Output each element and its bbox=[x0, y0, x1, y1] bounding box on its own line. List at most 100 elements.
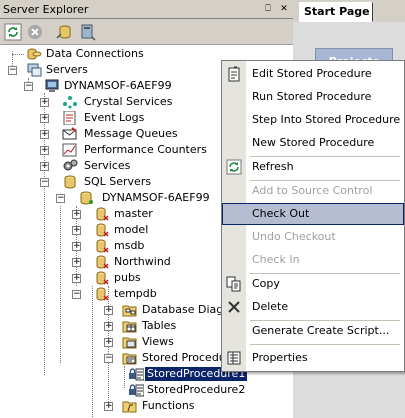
menu-item-generate-create-script[interactable]: Generate Create Script... bbox=[222, 320, 404, 342]
views-folder-icon bbox=[122, 335, 138, 349]
menu-item-delete[interactable]: Delete bbox=[222, 296, 404, 318]
expand-toggle[interactable]: + bbox=[40, 130, 49, 139]
tree-label: master bbox=[114, 207, 153, 220]
crystal-services-icon bbox=[62, 95, 78, 109]
edit-document-icon bbox=[226, 66, 242, 82]
close-icon[interactable]: ✕ bbox=[278, 3, 290, 15]
lock-icon bbox=[128, 383, 145, 397]
database-server-icon bbox=[78, 191, 94, 205]
menu-item-label: Copy bbox=[252, 277, 280, 290]
pin-icon[interactable]: ⎕ bbox=[262, 3, 274, 15]
expand-toggle[interactable]: + bbox=[72, 274, 81, 283]
expand-toggle[interactable]: + bbox=[104, 402, 113, 411]
database-icon bbox=[94, 223, 110, 237]
expand-toggle[interactable]: + bbox=[104, 322, 113, 331]
database-icon bbox=[94, 255, 110, 269]
connect-to-server-icon[interactable] bbox=[78, 23, 96, 41]
expand-toggle[interactable]: + bbox=[104, 338, 113, 347]
menu-item-label: Undo Checkout bbox=[252, 230, 336, 243]
gear-icon bbox=[62, 159, 78, 173]
panel-title: Server Explorer bbox=[3, 3, 89, 16]
tree-label: Northwind bbox=[114, 255, 171, 268]
collapse-toggle[interactable]: − bbox=[24, 82, 33, 91]
menu-item-step-into-stored-procedure[interactable]: Step Into Stored Procedure bbox=[222, 109, 404, 131]
menu-item-label: Generate Create Script... bbox=[252, 324, 390, 337]
expand-toggle[interactable]: + bbox=[104, 306, 113, 315]
collapse-toggle[interactable]: − bbox=[40, 178, 49, 187]
delete-icon bbox=[226, 299, 242, 315]
menu-item-label: Step Into Stored Procedure bbox=[252, 113, 401, 126]
database-icon bbox=[94, 207, 110, 221]
chart-icon bbox=[62, 143, 78, 157]
menu-item-check-out[interactable]: Check Out bbox=[222, 203, 404, 225]
menu-item-add-to-source-control[interactable]: Add to Source Control bbox=[222, 180, 404, 202]
menu-item-label: Check In bbox=[252, 253, 300, 266]
document-tab-strip: Start Page bbox=[293, 0, 405, 22]
tree-label: model bbox=[114, 223, 149, 236]
functions-folder-icon bbox=[122, 399, 138, 413]
menu-item-run-stored-procedure[interactable]: Run Stored Procedure bbox=[222, 86, 404, 108]
menu-item-copy[interactable]: Copy bbox=[222, 273, 404, 295]
copy-icon bbox=[226, 276, 242, 292]
tree-label: Crystal Services bbox=[84, 95, 173, 108]
tree-label: Services bbox=[84, 159, 131, 172]
menu-item-label: Add to Source Control bbox=[252, 184, 373, 197]
tables-folder-icon bbox=[122, 319, 138, 333]
expand-toggle[interactable]: + bbox=[72, 226, 81, 235]
tree-label: DYNAMSOF-6AEF99 bbox=[64, 79, 172, 92]
menu-item-new-stored-procedure[interactable]: New Stored Procedure bbox=[222, 132, 404, 154]
expand-toggle[interactable]: + bbox=[40, 98, 49, 107]
explorer-toolbar bbox=[0, 19, 293, 45]
menu-item-label: Run Stored Procedure bbox=[252, 90, 372, 103]
event-log-icon bbox=[62, 110, 78, 126]
properties-icon bbox=[226, 350, 242, 366]
stop-icon[interactable] bbox=[26, 23, 44, 41]
tree-label: DYNAMSOF-6AEF99 bbox=[102, 191, 210, 204]
tab-start-page[interactable]: Start Page bbox=[299, 2, 373, 22]
menu-item-properties[interactable]: Properties bbox=[222, 347, 404, 369]
tree-label: Event Logs bbox=[84, 111, 145, 124]
menu-item-check-in[interactable]: Check In bbox=[222, 249, 404, 271]
refresh-icon[interactable] bbox=[4, 23, 22, 41]
menu-item-undo-checkout[interactable]: Undo Checkout bbox=[222, 226, 404, 248]
menu-item-edit-stored-procedure[interactable]: Edit Stored Procedure bbox=[222, 63, 404, 85]
database-icon bbox=[94, 239, 110, 253]
collapse-toggle[interactable]: − bbox=[72, 290, 81, 299]
menu-item-label: New Stored Procedure bbox=[252, 136, 375, 149]
menu-separator bbox=[250, 344, 400, 345]
collapse-toggle[interactable]: − bbox=[104, 354, 113, 363]
expand-toggle[interactable]: + bbox=[72, 210, 81, 219]
tree-label: SQL Servers bbox=[84, 175, 152, 188]
database-icon bbox=[94, 271, 110, 285]
tree-label: tempdb bbox=[114, 287, 157, 300]
stored-procedures-folder-icon bbox=[122, 351, 138, 365]
collapse-toggle[interactable]: − bbox=[8, 66, 17, 75]
menu-item-refresh[interactable]: Refresh bbox=[222, 156, 404, 178]
lock-icon bbox=[128, 367, 145, 381]
context-menu: Edit Stored Procedure Run Stored Procedu… bbox=[221, 60, 405, 372]
tree-node-storedprocedure2[interactable]: StoredProcedure2 bbox=[0, 382, 293, 398]
servers-icon bbox=[26, 63, 42, 77]
menu-item-label: Delete bbox=[252, 300, 289, 313]
tree-label: Views bbox=[142, 335, 174, 348]
collapse-toggle[interactable]: − bbox=[56, 194, 65, 203]
envelope-icon bbox=[62, 127, 78, 141]
expand-toggle[interactable]: + bbox=[40, 162, 49, 171]
database-icon bbox=[94, 287, 110, 301]
expand-toggle[interactable]: + bbox=[72, 258, 81, 267]
panel-title-bar: Server Explorer ⎕ ✕ bbox=[0, 0, 293, 19]
tree-label: Data Connections bbox=[46, 47, 144, 60]
tree-node-functions[interactable]: + Functions bbox=[0, 398, 293, 414]
refresh-icon bbox=[226, 159, 242, 175]
menu-item-label: Edit Stored Procedure bbox=[252, 67, 372, 80]
expand-toggle[interactable]: + bbox=[72, 242, 81, 251]
connect-to-database-icon[interactable] bbox=[56, 23, 74, 41]
tree-label: Tables bbox=[142, 319, 177, 332]
expand-toggle[interactable]: + bbox=[40, 146, 49, 155]
computer-icon bbox=[44, 79, 60, 93]
database-icon bbox=[62, 175, 78, 189]
tree-label: pubs bbox=[114, 271, 141, 284]
tree-label: StoredProcedure2 bbox=[147, 383, 246, 396]
tree-label: Message Queues bbox=[84, 127, 178, 140]
expand-toggle[interactable]: + bbox=[40, 114, 49, 123]
